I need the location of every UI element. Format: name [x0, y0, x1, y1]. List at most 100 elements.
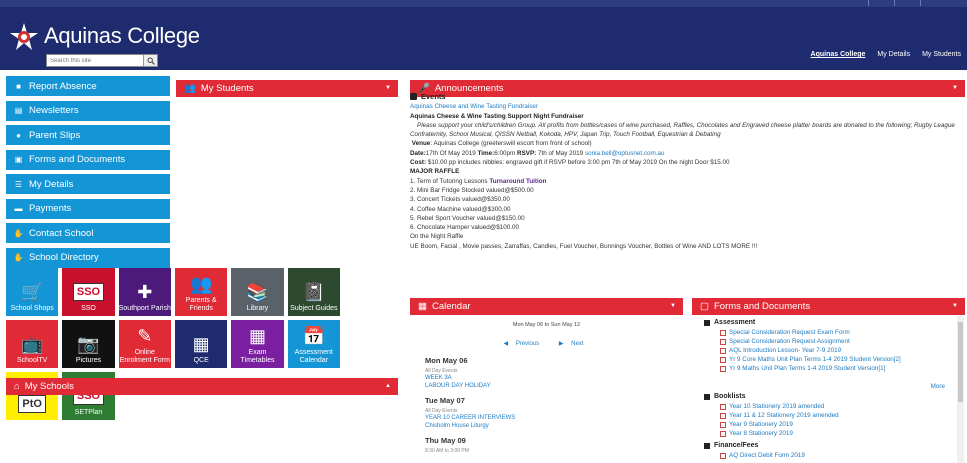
sidebar-item-contact-school[interactable]: ✋ Contact School	[6, 223, 170, 243]
document-link[interactable]: AQL Introduction Lesson- Year 7-9 2019	[720, 347, 841, 354]
books-icon: 📚	[246, 282, 269, 302]
document-icon	[720, 329, 726, 336]
tile-label: SSO	[81, 305, 96, 312]
sidebar-item-report-absence[interactable]: ■ Report Absence	[6, 76, 170, 96]
raffle-item: 3. Concert Tickets valued@$350.00	[410, 196, 510, 204]
calculator-icon: ▦	[248, 326, 266, 346]
tile-southport-parish[interactable]: ✚ Southport Parish	[118, 268, 171, 316]
brand-title[interactable]: Aquinas College	[44, 23, 200, 49]
calendar-event[interactable]: Chisholm House Liturgy	[425, 423, 489, 429]
raffle-item: 5. Rebel Sport Voucher valued@$150.00	[410, 214, 525, 222]
next-button[interactable]: ▶ Next	[559, 341, 590, 347]
document-link[interactable]: Year 8 Stationery 2019	[720, 430, 793, 437]
document-link[interactable]: AQ Direct Debit Form 2019	[720, 452, 805, 459]
tile-label: Library	[246, 305, 269, 312]
email-link[interactable]: sonia.bell@optusnet.com.au	[585, 150, 665, 157]
document-link[interactable]: Year 9 Stationery 2019	[720, 421, 793, 428]
chevron-down-icon[interactable]: ▼	[670, 303, 676, 309]
calendar-body: Mon May 06 to Sun May 12 ◀ Previous ▶ Ne…	[410, 316, 683, 463]
handshake-icon: ✋	[13, 253, 24, 262]
tile-label: QCE	[193, 357, 209, 364]
pencil-icon: ✎	[137, 326, 153, 346]
tile-library[interactable]: 📚 Library	[231, 268, 284, 316]
event-cost: Cost: $10.00 pp includes nibbles: engrav…	[410, 159, 730, 167]
nav-aquinas-college[interactable]: Aquinas College	[811, 51, 866, 58]
tile-exam-timetables[interactable]: ▦ Exam Timetables	[231, 320, 284, 368]
sidebar-item-my-details[interactable]: ☰ My Details	[6, 174, 170, 194]
sidebar-item-forms-documents[interactable]: ▣ Forms and Documents	[6, 149, 170, 170]
handshake-icon: ✋	[13, 228, 24, 238]
event-link[interactable]: Aquinas Cheese and Wine Tasting Fundrais…	[410, 102, 965, 111]
tile-label: Online Enrolment Form	[119, 349, 170, 364]
raffle-item: 6. Chocolate Hamper valued@$100.00	[410, 224, 519, 232]
document-link[interactable]: Special Consideration Request Exam Form	[720, 329, 850, 336]
tile-label: Parents & Friends	[185, 297, 217, 312]
forms-scrollbar[interactable]	[957, 316, 964, 463]
document-icon	[720, 403, 726, 410]
collapse-icon	[704, 319, 710, 326]
sidebar-item-payments[interactable]: ▬ Payments	[6, 198, 170, 219]
forms-documents-header[interactable]: ▢ Forms and Documents ▼	[692, 298, 965, 315]
form-icon: ☰	[14, 179, 23, 189]
collapse-icon	[704, 442, 710, 449]
newspaper-icon: ▤	[14, 106, 23, 115]
sidebar-item-school-directory[interactable]: ✋ School Directory	[6, 247, 170, 268]
tile-parents-friends[interactable]: 👥 Parents & Friends	[174, 268, 228, 316]
document-icon: ▣	[14, 155, 23, 164]
events-section[interactable]: Events	[410, 92, 965, 101]
search-input[interactable]	[47, 55, 143, 66]
forms-body: Assessment Special Consideration Request…	[692, 316, 967, 463]
announcements-body: Events Aquinas Cheese and Wine Tasting F…	[410, 92, 965, 251]
day-subtitle: All Day Events	[425, 408, 458, 414]
tile-label: Pictures	[75, 357, 102, 364]
tile-label: Subject Guides	[290, 305, 338, 312]
day-subtitle: All Day Events	[425, 368, 458, 374]
document-link[interactable]: Yr 9 Core Maths Unit Plan Terms 1-4 2019…	[720, 356, 901, 363]
my-students-header[interactable]: 👥 My Students ▼	[176, 80, 398, 97]
more-link[interactable]: More	[931, 383, 945, 390]
forms-section-booklists[interactable]: Booklists	[704, 393, 746, 400]
tile-subject-guides[interactable]: 📓 Subject Guides	[287, 268, 340, 316]
calendar-header[interactable]: ▦ Calendar ▼	[410, 298, 683, 315]
event-heading: Aquinas Cheese & Wine Tasting Support Ni…	[410, 112, 584, 120]
home-icon: ⌂	[14, 381, 20, 392]
forms-section-finance[interactable]: Finance/Fees	[704, 442, 758, 449]
chevron-up-icon[interactable]: ▲	[385, 383, 391, 389]
tile-qce[interactable]: ▦ QCE	[174, 320, 228, 368]
sidebar-item-newsletters[interactable]: ▤ Newsletters	[6, 100, 170, 121]
night-raffle: On the Night Raffle	[410, 233, 464, 241]
forms-section-assessment[interactable]: Assessment	[704, 319, 755, 326]
document-link[interactable]: Yr 9 Maths Unit Plan Terms 1-4 2019 Stud…	[720, 365, 885, 372]
calendar-event[interactable]: LABOUR DAY HOLIDAY	[425, 383, 491, 389]
calendar-day: Thu May 09	[425, 436, 466, 445]
nav-my-details[interactable]: My Details	[877, 51, 910, 58]
previous-button[interactable]: ◀ Previous	[504, 341, 546, 347]
tile-assessment-calendar[interactable]: 📅 Assessment Calendar	[287, 320, 340, 368]
collapse-icon	[410, 93, 417, 101]
chevron-down-icon[interactable]: ▼	[952, 85, 958, 91]
my-schools-header[interactable]: ⌂ My Schools ▲	[6, 378, 398, 395]
tile-schooltv[interactable]: 📺 SchoolTV	[6, 320, 59, 368]
nav-my-students[interactable]: My Students	[922, 51, 961, 58]
tile-pictures[interactable]: 📷 Pictures	[62, 320, 115, 368]
scrollbar-thumb[interactable]	[958, 322, 963, 402]
document-link[interactable]: Year 11 & 12 Stationery 2019 amended	[720, 412, 839, 419]
cart-icon: 🛒	[20, 282, 44, 302]
tile-label: Exam Timetables	[240, 349, 275, 364]
tile-online-enrolment-form[interactable]: ✎ Online Enrolment Form	[118, 320, 171, 368]
raffle-highlight: Turnaround Tuition	[489, 177, 547, 185]
calendar-event[interactable]: YEAR 10 CAREER INTERVIEWS	[425, 415, 515, 421]
document-link[interactable]: Special Consideration Request Assignment	[720, 338, 850, 345]
chevron-down-icon[interactable]: ▼	[952, 303, 958, 309]
users-icon: 👥	[184, 83, 196, 94]
document-link[interactable]: Year 10 Stationery 2019 amended	[720, 403, 824, 410]
quick-link-tiles: 🛒 School Shops SSO SSO ✚ Southport Parish 👥 Par…	[6, 268, 340, 420]
sidebar-item-parent-slips[interactable]: ● Parent Slips	[6, 125, 170, 145]
search-button[interactable]	[143, 55, 157, 66]
calendar-event[interactable]: WEEK 3A	[425, 375, 452, 381]
tile-sso[interactable]: SSO SSO	[62, 268, 115, 316]
credit-card-icon: ▬	[14, 204, 23, 213]
tile-school-shops[interactable]: 🛒 School Shops	[6, 268, 59, 316]
chevron-down-icon[interactable]: ▼	[385, 85, 391, 91]
users-icon: ●	[16, 130, 21, 140]
